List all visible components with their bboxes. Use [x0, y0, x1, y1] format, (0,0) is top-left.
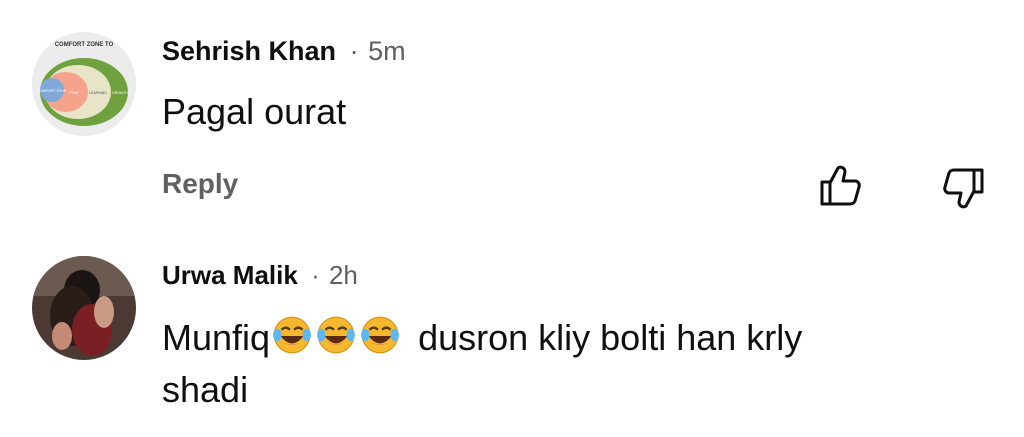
comment-text: Pagal ourat — [162, 91, 347, 132]
meta-separator: · — [311, 260, 320, 290]
avatar-zone-learning: LEARNING — [89, 91, 107, 95]
author-name[interactable]: Urwa Malik — [162, 260, 298, 290]
laughing-tears-emoji-icon — [361, 316, 399, 354]
timestamp[interactable]: 5m — [368, 36, 406, 66]
avatar-zone-fear: FEAR — [69, 91, 79, 95]
comment-text-end: dusron kliy bolti han krly — [418, 317, 803, 358]
like-button[interactable] — [816, 162, 864, 210]
thumbs-up-icon — [820, 165, 861, 206]
dislike-button[interactable] — [940, 164, 988, 212]
comment-line-1: Munfiq dusron kliy bolti han krly — [162, 312, 982, 364]
comment-header: Urwa Malik · 2h — [162, 260, 358, 291]
avatar-image — [32, 256, 136, 360]
laughing-tears-emoji-icon — [317, 316, 355, 354]
avatar-image: COMFORT ZONE TO COMFORT ZONE FEAR LEARNI… — [32, 32, 136, 136]
avatar[interactable] — [32, 256, 136, 360]
emoji-group — [270, 316, 402, 358]
meta-separator: · — [349, 36, 359, 66]
avatar-caption: COMFORT ZONE TO — [55, 42, 114, 48]
avatar-zone-comfort: COMFORT ZONE — [38, 89, 67, 93]
timestamp[interactable]: 2h — [329, 260, 358, 290]
comment-item: COMFORT ZONE TO COMFORT ZONE FEAR LEARNI… — [0, 0, 1024, 220]
reply-button[interactable]: Reply — [162, 168, 238, 200]
comment-text: Munfiq dusron kliy bolti han krly shadi — [162, 312, 982, 416]
author-name[interactable]: Sehrish Khan — [162, 36, 336, 66]
avatar-zone-growth: GROWTH — [112, 91, 128, 95]
comment-line-2: shadi — [162, 369, 249, 410]
laughing-tears-emoji-icon — [273, 316, 311, 354]
comment-header: Sehrish Khan · 5m — [162, 36, 406, 67]
thumbs-down-icon — [943, 168, 984, 209]
avatar[interactable]: COMFORT ZONE TO COMFORT ZONE FEAR LEARNI… — [32, 32, 136, 136]
comment-text-start: Munfiq — [162, 317, 271, 358]
comment-item: Urwa Malik · 2h Munfiq dusron kliy bolti… — [0, 220, 1024, 437]
